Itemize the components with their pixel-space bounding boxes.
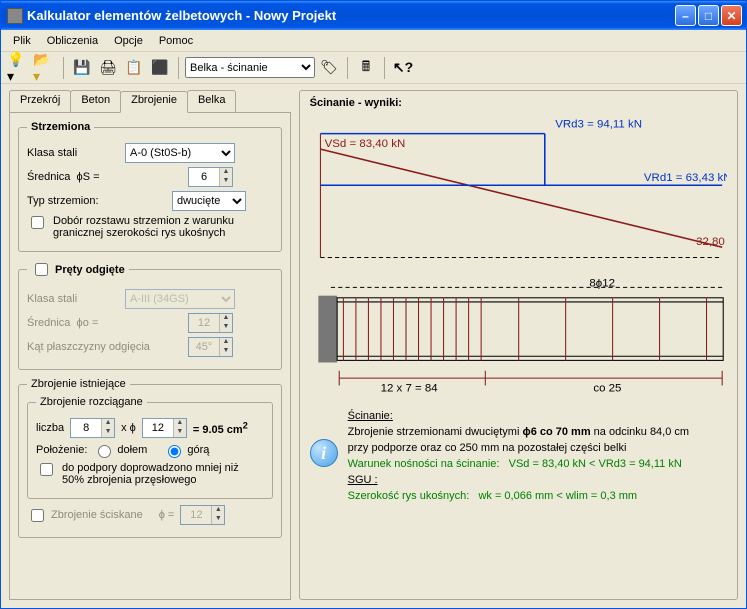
bent-legend: Pręty odgięte (55, 264, 125, 276)
left-panel: Przekrój Beton Zbrojenie Belka Strzemion… (9, 90, 291, 600)
type-label: Typ strzemion: (27, 195, 119, 207)
steel-label: Klasa stali (27, 147, 119, 159)
tensile-group: Zbrojenie rozciągane liczba ▲▼ x ϕ ▲▼ = … (27, 396, 273, 499)
maximize-button[interactable]: □ (698, 5, 719, 26)
app-window: Kalkulator elementów żelbetowych - Nowy … (0, 0, 747, 609)
menu-options[interactable]: Opcje (106, 33, 151, 49)
info-text: Ścinanie: Zbrojenie strzemionami dwucięt… (348, 409, 689, 505)
tabstrip: Przekrój Beton Zbrojenie Belka (9, 90, 291, 112)
save-icon[interactable]: 💾 (70, 56, 94, 80)
half-label: do podpory doprowadzono mniej niż 50% zb… (62, 462, 264, 486)
bent-ang-spinner: ▲▼ (188, 337, 233, 357)
dia-label: Średnica ϕS = (27, 171, 119, 183)
x-label: x ϕ (121, 422, 136, 434)
tab-zbrojenie[interactable]: Zbrojenie (120, 91, 188, 113)
bulb-icon[interactable]: 💡▾ (7, 56, 31, 80)
tensile-dia-spinner[interactable]: ▲▼ (142, 418, 187, 438)
dia-spinner[interactable]: ▲▼ (188, 167, 233, 187)
tag-icon[interactable]: 🏷 (317, 56, 341, 80)
window-title: Kalkulator elementów żelbetowych - Nowy … (27, 8, 675, 23)
bent-checkbox[interactable] (35, 263, 48, 276)
menubar: Plik Obliczenia Opcje Pomoc (1, 30, 746, 52)
shear-graph: VRd3 = 94,11 kN VSd = 83,40 kN VRd1 = 63… (310, 113, 727, 273)
whatsthis-icon[interactable]: ↖? (391, 56, 415, 80)
bent-dia-label: Średnica ϕo = (27, 317, 119, 329)
svg-text:VRd3 = 94,11 kN: VRd3 = 94,11 kN (555, 119, 642, 131)
area-result: = 9.05 cm2 (193, 420, 248, 436)
results-title: Ścinanie - wyniki: (310, 97, 727, 109)
bent-group: Pręty odgięte Klasa stali A-III (34GS) Ś… (18, 260, 282, 370)
bent-ang-label: Kąt płaszczyzny odgięcia (27, 341, 167, 353)
stirrups-legend: Strzemiona (27, 121, 94, 133)
titlebar: Kalkulator elementów żelbetowych - Nowy … (1, 1, 746, 30)
auto-label: Dobór rozstawu strzemion z warunku grani… (53, 215, 273, 239)
tensile-legend: Zbrojenie rozciągane (36, 396, 147, 408)
app-icon (7, 8, 23, 24)
mode-select[interactable]: Belka - ścinanie (185, 57, 315, 78)
export-icon[interactable]: 📋 (122, 56, 146, 80)
svg-text:32,80: 32,80 (696, 236, 725, 248)
pos-top-radio[interactable] (168, 445, 181, 458)
pos-label: Położenie: (36, 444, 87, 456)
existing-legend: Zbrojenie istniejące (27, 378, 130, 390)
steel-select[interactable]: A-0 (St0S-b) (125, 143, 235, 163)
svg-text:VRd1 = 63,43 kN: VRd1 = 63,43 kN (644, 172, 727, 184)
info-block: i Ścinanie: Zbrojenie strzemionami dwuci… (310, 409, 727, 505)
menu-calc[interactable]: Obliczenia (39, 33, 106, 49)
bent-dia-spinner: ▲▼ (188, 313, 233, 333)
type-select[interactable]: dwucięte (172, 191, 246, 211)
auto-checkbox[interactable] (31, 216, 44, 229)
calculator-icon[interactable]: 🖩 (354, 56, 378, 80)
count-spinner[interactable]: ▲▼ (70, 418, 115, 438)
open-icon[interactable]: 📂▾ (33, 56, 57, 80)
comp-checkbox[interactable] (31, 509, 44, 522)
bent-steel-select: A-III (34GS) (125, 289, 235, 309)
bent-steel-label: Klasa stali (27, 293, 119, 305)
results-panel: Ścinanie - wyniki: VRd3 = 94,11 kN VSd =… (299, 90, 738, 600)
minimize-button[interactable]: – (675, 5, 696, 26)
menu-file[interactable]: Plik (5, 33, 39, 49)
tab-przekroj[interactable]: Przekrój (9, 90, 71, 112)
svg-text:co 25: co 25 (593, 383, 621, 395)
comp-sym: ϕ = (159, 509, 175, 521)
comp-dia-spinner: ▲▼ (180, 505, 225, 525)
count-label: liczba (36, 422, 64, 434)
tab-beton[interactable]: Beton (70, 90, 121, 112)
beam-diagram: 8ϕ12 12 x 7 = 84 (310, 279, 727, 399)
svg-text:12 x 7 = 84: 12 x 7 = 84 (380, 383, 438, 395)
stirrups-group: Strzemiona Klasa stali A-0 (St0S-b) Śred… (18, 121, 282, 252)
menu-help[interactable]: Pomoc (151, 33, 201, 49)
pos-bottom-radio[interactable] (98, 445, 111, 458)
info-icon: i (310, 439, 338, 467)
svg-text:VSd = 83,40 kN: VSd = 83,40 kN (324, 138, 405, 150)
svg-text:8ϕ12: 8ϕ12 (589, 279, 615, 289)
half-checkbox[interactable] (40, 463, 53, 476)
existing-group: Zbrojenie istniejące Zbrojenie rozciągan… (18, 378, 282, 538)
print-icon[interactable]: 🖨 (96, 56, 120, 80)
toolbar: 💡▾ 📂▾ 💾 🖨 📋 ⬛ Belka - ścinanie 🏷 🖩 ↖? (1, 52, 746, 84)
section-icon[interactable]: ⬛ (148, 56, 172, 80)
close-button[interactable]: ✕ (721, 5, 742, 26)
tab-belka[interactable]: Belka (187, 90, 237, 112)
tab-body: Strzemiona Klasa stali A-0 (St0S-b) Śred… (9, 112, 291, 600)
comp-label: Zbrojenie ściskane (51, 509, 143, 521)
